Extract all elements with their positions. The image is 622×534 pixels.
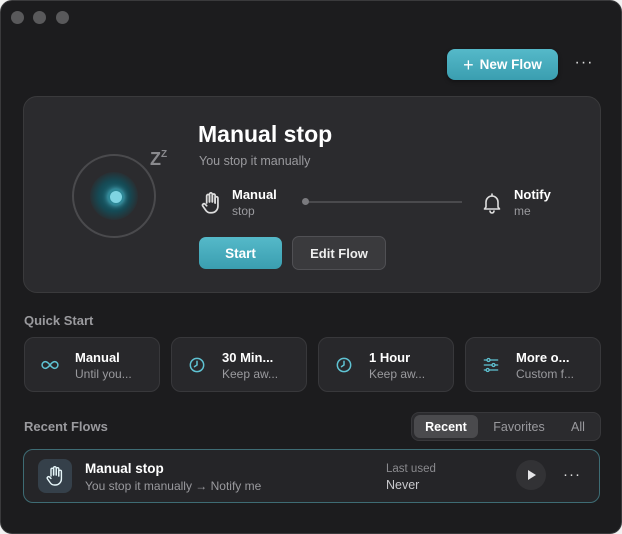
- quick-start-manual[interactable]: Manual Until you...: [24, 337, 160, 392]
- flow-subtitle: You stop it manually: [199, 154, 311, 168]
- trigger-name: Manual: [232, 187, 277, 202]
- quick-start-desc: Keep aw...: [369, 367, 426, 381]
- clock-icon: [336, 357, 352, 373]
- hand-icon: [201, 191, 219, 214]
- bell-icon: [483, 192, 501, 214]
- tab-favorites[interactable]: Favorites: [482, 415, 556, 438]
- last-used-value: Never: [386, 478, 420, 492]
- quick-start-heading: Quick Start: [24, 313, 94, 328]
- plus-icon: +: [463, 54, 474, 75]
- zoom-window-button[interactable]: [56, 11, 69, 24]
- recent-flow-title: Manual stop: [85, 461, 164, 476]
- clock-icon: [189, 357, 205, 373]
- quick-start-title: 1 Hour: [369, 350, 411, 365]
- quick-start-1-hour[interactable]: 1 Hour Keep aw...: [318, 337, 454, 392]
- minimize-window-button[interactable]: [33, 11, 46, 24]
- status-indicator: [108, 189, 124, 205]
- quick-start-title: 30 Min...: [222, 350, 274, 365]
- flow-icon: [38, 459, 72, 493]
- tab-all[interactable]: All: [560, 415, 596, 438]
- flow-title: Manual stop: [198, 121, 333, 147]
- quick-start-30-min[interactable]: 30 Min... Keep aw...: [171, 337, 307, 392]
- tab-recent[interactable]: Recent: [414, 415, 478, 438]
- edit-flow-button[interactable]: Edit Flow: [292, 236, 386, 270]
- recent-flows-filter: Recent Favorites All: [411, 412, 601, 441]
- close-window-button[interactable]: [11, 11, 24, 24]
- new-flow-button[interactable]: + New Flow: [447, 49, 558, 80]
- sleep-icon: ZZ: [150, 149, 168, 169]
- quick-start-desc: Keep aw...: [222, 367, 279, 381]
- title-bar: [1, 1, 621, 35]
- play-icon: [528, 470, 536, 480]
- last-used-label: Last used: [386, 463, 436, 475]
- quick-start-title: More o...: [516, 350, 570, 365]
- recent-flow-subtitle: You stop it manually → Notify me: [85, 479, 262, 493]
- action-desc: me: [514, 204, 531, 218]
- recent-flows-heading: Recent Flows: [24, 419, 108, 434]
- flow-progress-knob: [302, 198, 309, 205]
- flow-connector: [304, 201, 462, 203]
- hand-icon: [46, 466, 63, 486]
- infinity-icon: [41, 360, 59, 370]
- new-flow-label: New Flow: [479, 57, 542, 72]
- start-button[interactable]: Start: [199, 237, 282, 269]
- trigger-step: Manual stop: [198, 187, 277, 218]
- quick-start-more-options[interactable]: More o... Custom f...: [465, 337, 601, 392]
- action-step: Notify me: [480, 187, 551, 218]
- quick-start-desc: Until you...: [75, 367, 132, 381]
- flow-hero-card: ZZ Manual stop You stop it manually Manu…: [23, 96, 601, 293]
- quick-start-desc: Custom f...: [516, 367, 575, 381]
- action-name: Notify: [514, 187, 551, 202]
- trigger-desc: stop: [232, 204, 255, 218]
- recent-flow-row[interactable]: Manual stop You stop it manually → Notif…: [23, 449, 600, 503]
- app-window: + New Flow ··· ZZ Manual stop You stop i…: [0, 0, 622, 534]
- quick-start-title: Manual: [75, 350, 120, 365]
- flow-more-button[interactable]: ···: [560, 463, 584, 487]
- sliders-icon: [483, 357, 499, 373]
- more-options-button[interactable]: ···: [572, 53, 596, 75]
- play-button[interactable]: [516, 460, 546, 490]
